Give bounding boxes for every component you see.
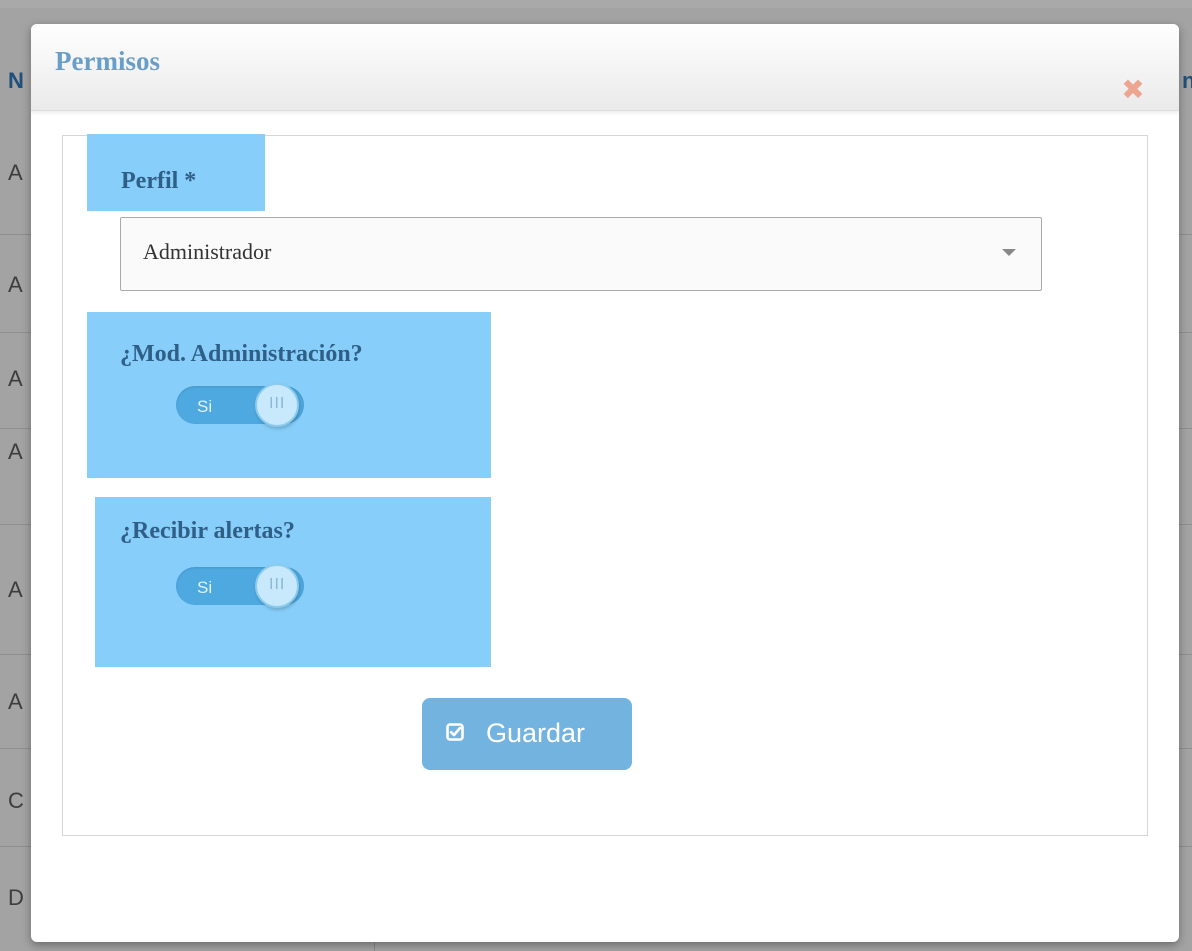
alerts-label: ¿Recibir alertas? (120, 518, 295, 544)
profile-select[interactable]: Administrador (120, 217, 1042, 291)
background-cell: C (8, 788, 24, 813)
check-square-icon (446, 723, 464, 741)
background-row-divider (0, 428, 32, 429)
background-cell: A (8, 272, 23, 297)
grip-icon: III (269, 395, 286, 412)
profile-select-value: Administrador (143, 239, 272, 264)
toggle-knob[interactable]: III (255, 383, 299, 427)
chevron-down-icon (1002, 249, 1016, 256)
save-button[interactable]: Guardar (422, 698, 632, 770)
alerts-toggle[interactable]: Si III (176, 564, 306, 608)
save-button-label: Guardar (486, 718, 586, 748)
toggle-on-text: Si (197, 397, 213, 416)
toggle-on-text: Si (197, 578, 213, 597)
admin-module-label: ¿Mod. Administración? (120, 341, 363, 367)
profile-label: Perfil * (121, 168, 197, 194)
close-icon[interactable]: ✖ (1119, 76, 1147, 104)
background-column-header: N (8, 68, 24, 93)
background-cell: A (8, 160, 23, 185)
background-row-divider (0, 654, 32, 655)
modal-header: Permisos ✖ (31, 24, 1179, 111)
admin-module-toggle[interactable]: Si III (176, 383, 306, 427)
toggle-knob[interactable]: III (255, 564, 299, 608)
permissions-modal: Permisos ✖ Perfil * Administrador ¿Mod. … (31, 24, 1179, 942)
background-cell: A (8, 689, 23, 714)
background-row-divider (0, 748, 32, 749)
background-column-header: n (1182, 68, 1192, 93)
background-row-divider (0, 332, 32, 333)
grip-icon: III (269, 576, 286, 593)
background-cell: A (8, 439, 23, 464)
background-top-strip (0, 0, 1192, 8)
modal-title: Permisos (55, 46, 160, 76)
background-cell: D (8, 885, 24, 910)
background-row-divider (0, 846, 32, 847)
background-cell: A (8, 577, 23, 602)
background-cell: A (8, 366, 23, 391)
background-row-divider (0, 234, 32, 235)
background-row-divider (0, 524, 32, 525)
